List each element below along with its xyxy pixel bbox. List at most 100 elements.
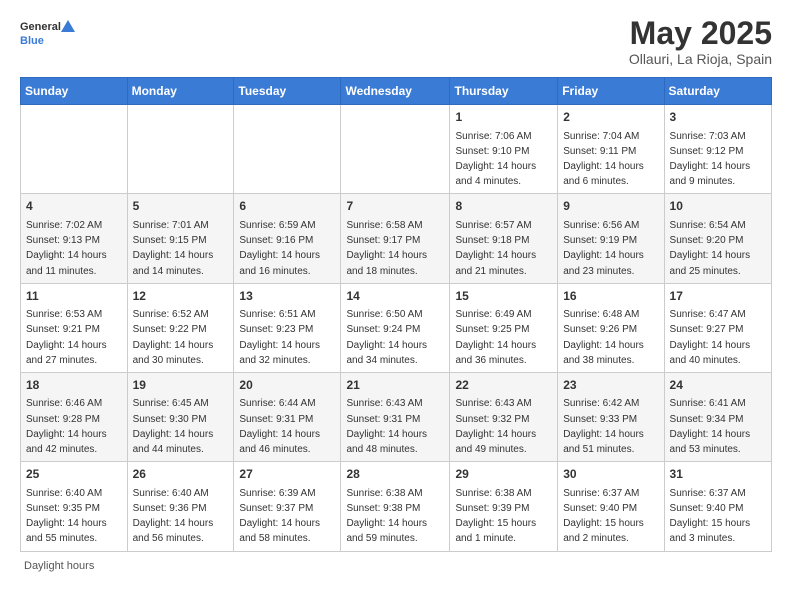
calendar-cell: 23Sunrise: 6:42 AMSunset: 9:33 PMDayligh… [558, 372, 664, 461]
daylight-label: Daylight hours [24, 560, 94, 572]
day-info: Sunrise: 6:38 AMSunset: 9:38 PMDaylight:… [346, 488, 427, 545]
day-number: 1 [455, 109, 552, 126]
day-number: 31 [670, 466, 766, 483]
calendar-cell: 3 Sunrise: 7:03 AMSunset: 9:12 PMDaylight… [664, 105, 771, 194]
calendar-cell: 11 Sunrise: 6:53 AMSunset: 9:21 PMDayligh… [21, 283, 128, 372]
calendar-week-row: 1 Sunrise: 7:06 AMSunset: 9:10 PMDaylight… [21, 105, 772, 194]
day-info: Sunrise: 6:45 AMSunset: 9:30 PMDaylight:… [133, 398, 214, 455]
day-info: Sunrise: 6:43 AMSunset: 9:31 PMDaylight:… [346, 398, 427, 455]
calendar-cell: 7Sunrise: 6:58 AMSunset: 9:17 PMDaylight… [341, 194, 450, 283]
day-number: 26 [133, 466, 229, 483]
calendar-cell: 21 Sunrise: 6:43 AMSunset: 9:31 PMDayligh… [341, 372, 450, 461]
title-block: May 2025 Ollauri, La Rioja, Spain [629, 16, 772, 67]
col-thursday: Thursday [450, 78, 558, 105]
calendar-cell: 24 Sunrise: 6:41 AMSunset: 9:34 PMDayligh… [664, 372, 771, 461]
day-number: 2 [563, 109, 658, 126]
header: General Blue May 2025 Ollauri, La Rioja,… [20, 16, 772, 67]
calendar-cell [234, 105, 341, 194]
day-info: Sunrise: 6:49 AMSunset: 9:25 PMDaylight:… [455, 309, 536, 366]
day-number: 12 [133, 288, 229, 305]
day-number: 18 [26, 377, 122, 394]
day-info: Sunrise: 7:03 AMSunset: 9:12 PMDaylight:… [670, 131, 751, 188]
day-info: Sunrise: 7:06 AMSunset: 9:10 PMDaylight:… [455, 131, 536, 188]
logo: General Blue [20, 16, 76, 52]
day-number: 15 [455, 288, 552, 305]
day-number: 20 [239, 377, 335, 394]
day-info: Sunrise: 7:01 AMSunset: 9:15 PMDaylight:… [133, 220, 214, 277]
calendar-week-row: 18Sunrise: 6:46 AMSunset: 9:28 PMDayligh… [21, 372, 772, 461]
calendar-cell [127, 105, 234, 194]
day-number: 22 [455, 377, 552, 394]
calendar-cell: 27Sunrise: 6:39 AMSunset: 9:37 PMDayligh… [234, 462, 341, 551]
day-number: 24 [670, 377, 766, 394]
calendar-cell: 14Sunrise: 6:50 AMSunset: 9:24 PMDayligh… [341, 283, 450, 372]
day-number: 28 [346, 466, 444, 483]
day-number: 16 [563, 288, 658, 305]
logo-icon: General Blue [20, 16, 76, 52]
day-info: Sunrise: 6:53 AMSunset: 9:21 PMDaylight:… [26, 309, 107, 366]
svg-text:Blue: Blue [20, 35, 44, 47]
calendar-cell: 5Sunrise: 7:01 AMSunset: 9:15 PMDaylight… [127, 194, 234, 283]
calendar-cell: 18Sunrise: 6:46 AMSunset: 9:28 PMDayligh… [21, 372, 128, 461]
day-number: 7 [346, 198, 444, 215]
day-info: Sunrise: 6:57 AMSunset: 9:18 PMDaylight:… [455, 220, 536, 277]
day-number: 25 [26, 466, 122, 483]
day-number: 6 [239, 198, 335, 215]
day-info: Sunrise: 6:56 AMSunset: 9:19 PMDaylight:… [563, 220, 644, 277]
day-number: 29 [455, 466, 552, 483]
day-info: Sunrise: 6:44 AMSunset: 9:31 PMDaylight:… [239, 398, 320, 455]
day-info: Sunrise: 6:47 AMSunset: 9:27 PMDaylight:… [670, 309, 751, 366]
month-title: May 2025 [629, 16, 772, 51]
day-number: 8 [455, 198, 552, 215]
col-saturday: Saturday [664, 78, 771, 105]
col-friday: Friday [558, 78, 664, 105]
calendar-cell: 4Sunrise: 7:02 AMSunset: 9:13 PMDaylight… [21, 194, 128, 283]
calendar-header-row: Sunday Monday Tuesday Wednesday Thursday… [21, 78, 772, 105]
page: General Blue May 2025 Ollauri, La Rioja,… [0, 0, 792, 592]
calendar-cell: 26 Sunrise: 6:40 AMSunset: 9:36 PMDayligh… [127, 462, 234, 551]
calendar-cell: 19Sunrise: 6:45 AMSunset: 9:30 PMDayligh… [127, 372, 234, 461]
calendar-cell: 29 Sunrise: 6:38 AMSunset: 9:39 PMDayligh… [450, 462, 558, 551]
calendar-cell: 20 Sunrise: 6:44 AMSunset: 9:31 PMDayligh… [234, 372, 341, 461]
location: Ollauri, La Rioja, Spain [629, 51, 772, 67]
col-wednesday: Wednesday [341, 78, 450, 105]
calendar-cell: 6Sunrise: 6:59 AMSunset: 9:16 PMDaylight… [234, 194, 341, 283]
calendar-cell: 16 Sunrise: 6:48 AMSunset: 9:26 PMDayligh… [558, 283, 664, 372]
day-number: 11 [26, 288, 122, 305]
day-number: 17 [670, 288, 766, 305]
day-info: Sunrise: 6:51 AMSunset: 9:23 PMDaylight:… [239, 309, 320, 366]
day-number: 21 [346, 377, 444, 394]
col-sunday: Sunday [21, 78, 128, 105]
calendar-cell: 22 Sunrise: 6:43 AMSunset: 9:32 PMDayligh… [450, 372, 558, 461]
day-info: Sunrise: 6:41 AMSunset: 9:34 PMDaylight:… [670, 398, 751, 455]
calendar-cell [341, 105, 450, 194]
day-number: 13 [239, 288, 335, 305]
footer: Daylight hours [20, 560, 772, 572]
day-info: Sunrise: 6:40 AMSunset: 9:35 PMDaylight:… [26, 488, 107, 545]
calendar-cell: 10 Sunrise: 6:54 AMSunset: 9:20 PMDayligh… [664, 194, 771, 283]
calendar-cell: 8 Sunrise: 6:57 AMSunset: 9:18 PMDaylight… [450, 194, 558, 283]
day-info: Sunrise: 6:42 AMSunset: 9:33 PMDaylight:… [563, 398, 644, 455]
day-info: Sunrise: 6:37 AMSunset: 9:40 PMDaylight:… [563, 488, 644, 545]
calendar-cell: 13 Sunrise: 6:51 AMSunset: 9:23 PMDayligh… [234, 283, 341, 372]
day-info: Sunrise: 6:52 AMSunset: 9:22 PMDaylight:… [133, 309, 214, 366]
calendar-cell: 9 Sunrise: 6:56 AMSunset: 9:19 PMDaylight… [558, 194, 664, 283]
calendar-cell: 28 Sunrise: 6:38 AMSunset: 9:38 PMDayligh… [341, 462, 450, 551]
day-info: Sunrise: 6:39 AMSunset: 9:37 PMDaylight:… [239, 488, 320, 545]
day-number: 10 [670, 198, 766, 215]
calendar-cell: 1 Sunrise: 7:06 AMSunset: 9:10 PMDaylight… [450, 105, 558, 194]
day-info: Sunrise: 6:43 AMSunset: 9:32 PMDaylight:… [455, 398, 536, 455]
day-info: Sunrise: 6:48 AMSunset: 9:26 PMDaylight:… [563, 309, 644, 366]
day-number: 4 [26, 198, 122, 215]
day-number: 3 [670, 109, 766, 126]
day-info: Sunrise: 6:37 AMSunset: 9:40 PMDaylight:… [670, 488, 751, 545]
day-info: Sunrise: 6:40 AMSunset: 9:36 PMDaylight:… [133, 488, 214, 545]
calendar-cell: 15 Sunrise: 6:49 AMSunset: 9:25 PMDayligh… [450, 283, 558, 372]
day-info: Sunrise: 6:38 AMSunset: 9:39 PMDaylight:… [455, 488, 536, 545]
day-number: 9 [563, 198, 658, 215]
day-info: Sunrise: 6:54 AMSunset: 9:20 PMDaylight:… [670, 220, 751, 277]
col-tuesday: Tuesday [234, 78, 341, 105]
col-monday: Monday [127, 78, 234, 105]
calendar-table: Sunday Monday Tuesday Wednesday Thursday… [20, 77, 772, 551]
calendar-cell: 17 Sunrise: 6:47 AMSunset: 9:27 PMDayligh… [664, 283, 771, 372]
